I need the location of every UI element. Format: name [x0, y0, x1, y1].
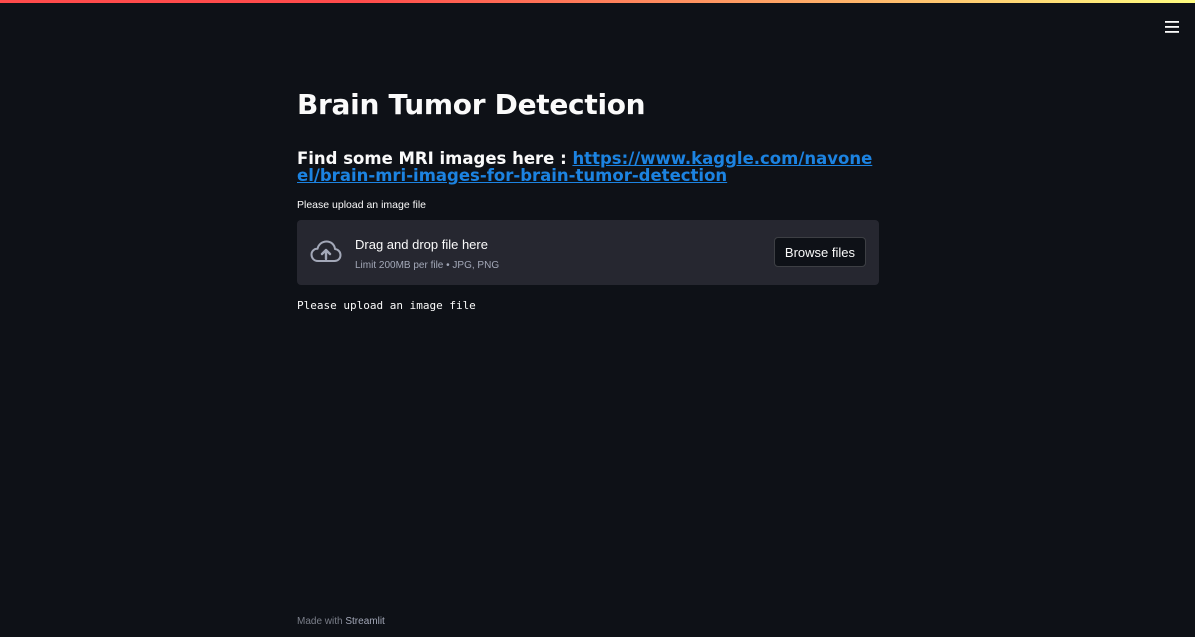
file-dropzone[interactable]: Drag and drop file here Limit 200MB per …	[297, 220, 879, 285]
status-message: Please upload an image file	[297, 299, 476, 312]
footer: Made with Streamlit	[297, 616, 385, 627]
main-menu-button[interactable]	[1163, 18, 1181, 36]
page-title: Brain Tumor Detection	[297, 88, 646, 121]
hamburger-menu-icon	[1165, 21, 1179, 33]
dropzone-instructions: Drag and drop file here	[355, 237, 488, 252]
dropzone-file-limit: Limit 200MB per file • JPG, PNG	[355, 260, 500, 271]
streamlit-link[interactable]: Streamlit	[345, 616, 384, 627]
subtitle: Find some MRI images here : https://www.…	[297, 150, 879, 184]
footer-prefix: Made with	[297, 616, 346, 627]
top-decoration-bar	[0, 0, 1195, 3]
cloud-upload-icon	[310, 240, 342, 262]
file-uploader-label: Please upload an image file	[297, 199, 427, 211]
browse-files-button[interactable]: Browse files	[773, 237, 866, 267]
